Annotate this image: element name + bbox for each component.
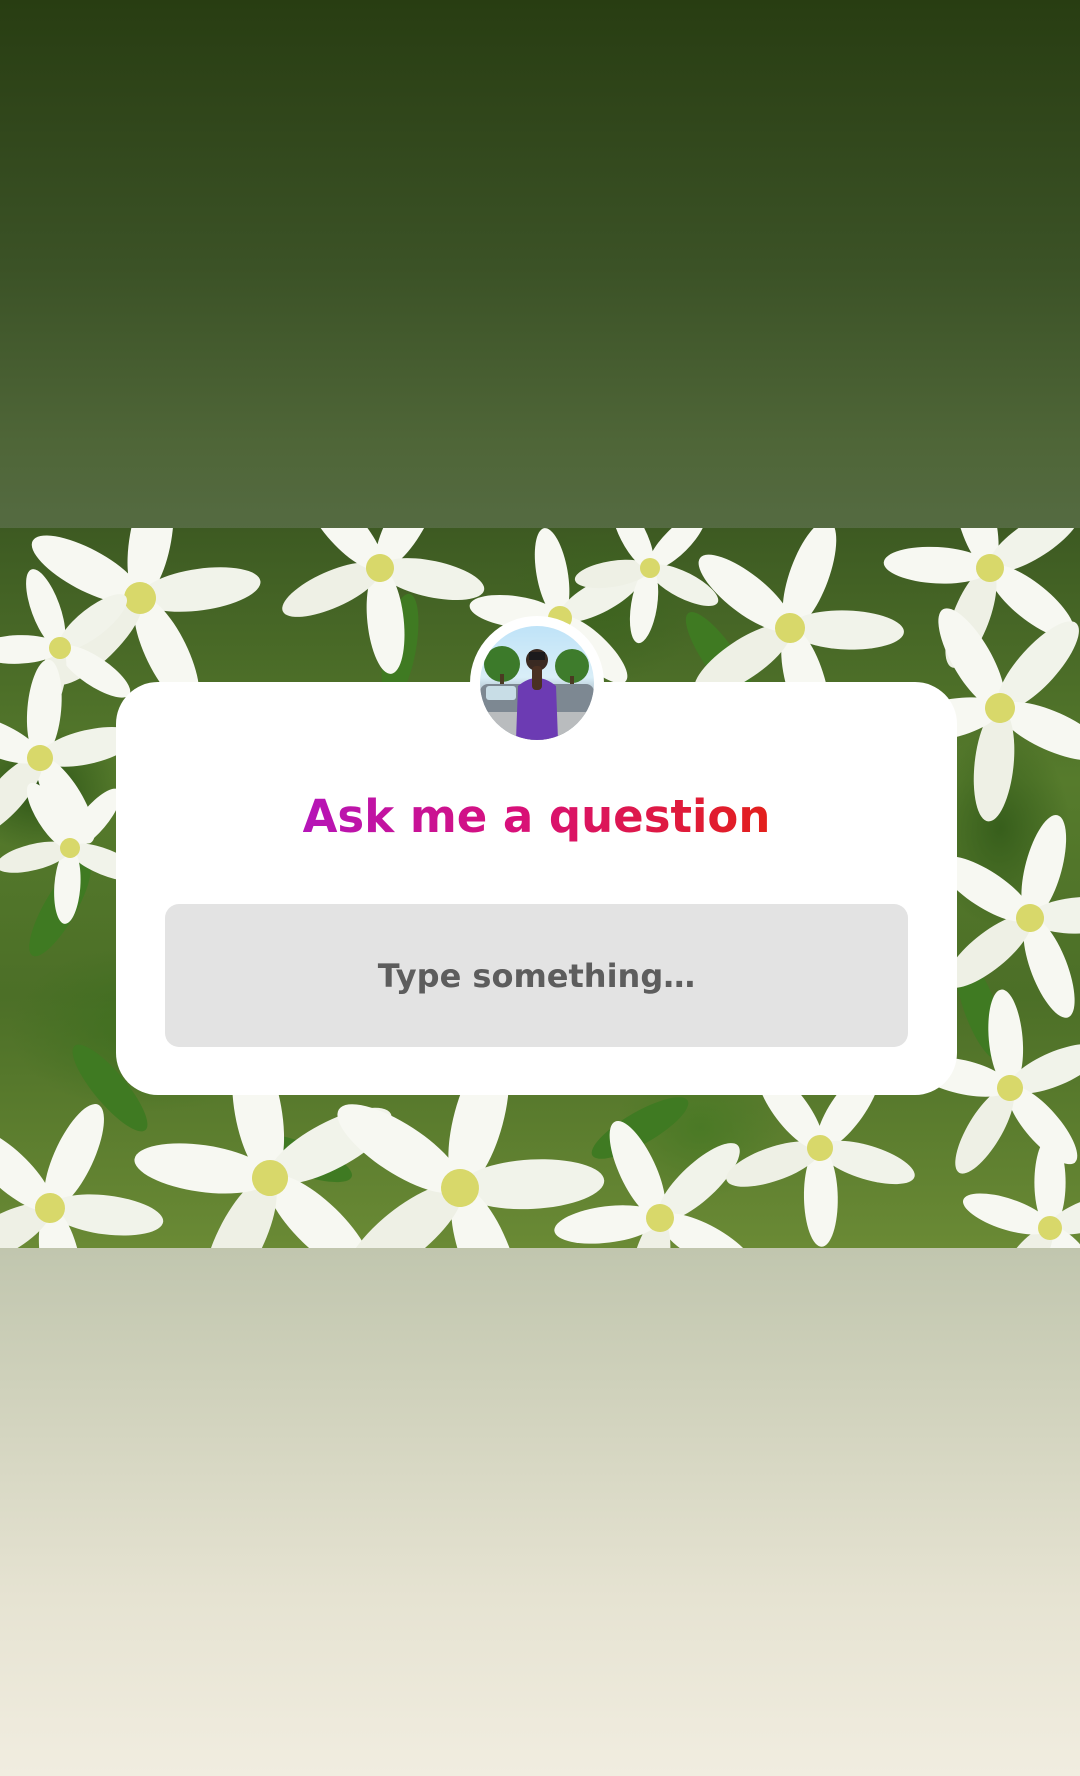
answer-input[interactable]: Type something… [165, 904, 908, 1047]
answer-placeholder: Type something… [377, 956, 696, 995]
sticker-title-text: Ask me a question [302, 790, 771, 843]
profile-avatar-icon [480, 646, 594, 740]
avatar [480, 626, 594, 740]
sticker-title: Ask me a question [116, 790, 957, 844]
